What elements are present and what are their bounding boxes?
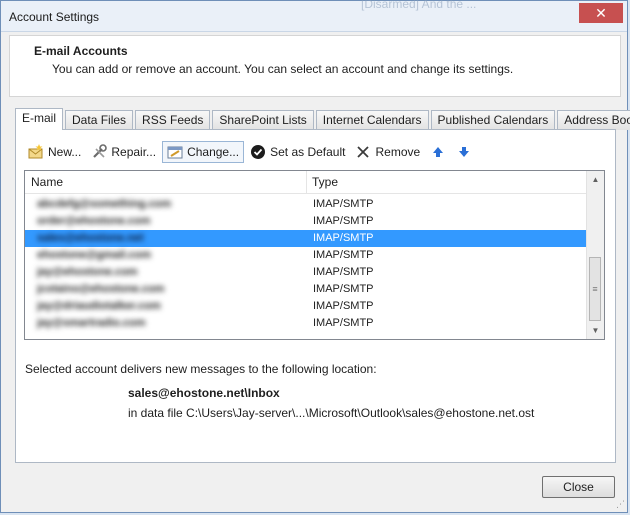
tab-address-books[interactable]: Address Books	[557, 110, 630, 130]
account-name: order@ehostone.com	[37, 215, 151, 227]
delivery-inbox-path: sales@ehostone.net\Inbox	[128, 386, 280, 400]
window-close-button[interactable]: ✕	[579, 3, 623, 23]
email-tab-panel: New... Repair... Change... Set as Defaul…	[15, 129, 616, 463]
column-header-name[interactable]: Name	[25, 171, 307, 193]
account-type: IMAP/SMTP	[313, 283, 374, 295]
new-account-label: New...	[48, 145, 82, 159]
column-header-type[interactable]: Type	[308, 171, 338, 193]
tab-sharepoint-lists[interactable]: SharePoint Lists	[212, 110, 314, 130]
scroll-up-arrow-icon[interactable]: ▲	[587, 171, 604, 188]
account-name: jcotaino@ehostone.com	[37, 283, 165, 295]
account-settings-window: [Disarmed] And the ... Account Settings …	[0, 0, 630, 513]
tab-email[interactable]: E-mail	[15, 108, 64, 130]
set-default-label: Set as Default	[270, 145, 346, 159]
account-type: IMAP/SMTP	[313, 300, 374, 312]
account-name: abcdefg@something.com	[37, 198, 172, 210]
repair-account-label: Repair...	[111, 145, 157, 159]
change-account-label: Change...	[187, 145, 240, 159]
account-name: jay@ehostone.com	[37, 266, 138, 278]
new-account-button[interactable]: New...	[24, 142, 85, 162]
account-row[interactable]: jay@smartradio.com IMAP/SMTP	[25, 315, 588, 332]
new-mail-icon	[28, 144, 43, 159]
account-type: IMAP/SMTP	[313, 198, 374, 210]
account-row[interactable]: jay@driaudiotalker.com IMAP/SMTP	[25, 298, 588, 315]
account-row-selected[interactable]: sales@ehostone.net IMAP/SMTP	[25, 230, 588, 247]
change-account-button[interactable]: Change...	[162, 141, 245, 163]
page-description: You can add or remove an account. You ca…	[52, 62, 514, 76]
window-title: Account Settings	[9, 10, 100, 24]
header-panel: E-mail Accounts You can add or remove an…	[9, 35, 621, 97]
delivery-label: Selected account delivers new messages t…	[25, 362, 377, 376]
tab-strip: E-mail Data Files RSS Feeds SharePoint L…	[15, 108, 630, 130]
remove-account-label: Remove	[375, 145, 421, 159]
account-row[interactable]: ehostone@gmail.com IMAP/SMTP	[25, 247, 588, 264]
account-type: IMAP/SMTP	[313, 266, 374, 278]
resize-grip-icon[interactable]: ⋰	[616, 499, 625, 510]
arrow-down-icon	[459, 147, 470, 157]
move-down-button[interactable]	[452, 142, 476, 162]
account-row[interactable]: jay@ehostone.com IMAP/SMTP	[25, 264, 588, 281]
background-window-text: [Disarmed] And the ...	[361, 0, 477, 11]
account-toolbar: New... Repair... Change... Set as Defaul…	[24, 141, 478, 163]
account-name: sales@ehostone.net	[37, 232, 144, 244]
change-settings-icon	[167, 146, 183, 159]
wrench-icon	[93, 144, 108, 158]
account-row[interactable]: order@ehostone.com IMAP/SMTP	[25, 213, 588, 230]
repair-account-button[interactable]: Repair...	[87, 142, 160, 162]
account-type: IMAP/SMTP	[313, 317, 374, 329]
set-default-button[interactable]: Set as Default	[246, 142, 349, 162]
account-type: IMAP/SMTP	[313, 215, 374, 227]
tab-rss-feeds[interactable]: RSS Feeds	[135, 110, 211, 130]
account-type: IMAP/SMTP	[313, 249, 374, 261]
title-bar[interactable]: [Disarmed] And the ... Account Settings …	[1, 0, 627, 32]
scroll-down-arrow-icon[interactable]: ▼	[587, 322, 604, 339]
account-row[interactable]: jcotaino@ehostone.com IMAP/SMTP	[25, 281, 588, 298]
tab-data-files[interactable]: Data Files	[65, 110, 134, 130]
tab-internet-calendars[interactable]: Internet Calendars	[315, 110, 429, 130]
remove-account-button[interactable]: Remove	[351, 142, 424, 162]
account-name: jay@smartradio.com	[37, 317, 146, 329]
accounts-list[interactable]: Name Type abcdefg@something.com IMAP/SMT…	[24, 170, 605, 340]
account-rows: abcdefg@something.com IMAP/SMTP order@eh…	[25, 196, 588, 332]
account-name: jay@driaudiotalker.com	[37, 300, 161, 312]
account-type: IMAP/SMTP	[313, 232, 374, 244]
checkmark-circle-icon	[251, 145, 266, 159]
move-up-button[interactable]	[426, 142, 450, 162]
arrow-up-icon	[433, 147, 444, 157]
close-button[interactable]: Close	[542, 476, 615, 498]
page-heading: E-mail Accounts	[34, 44, 128, 58]
list-scrollbar[interactable]: ▲ ≡ ▼	[586, 171, 604, 339]
delivery-data-file: in data file C:\Users\Jay-server\...\Mic…	[128, 406, 535, 420]
remove-x-icon	[357, 146, 370, 158]
list-header: Name Type	[25, 171, 588, 194]
account-row[interactable]: abcdefg@something.com IMAP/SMTP	[25, 196, 588, 213]
tab-published-calendars[interactable]: Published Calendars	[430, 110, 556, 130]
scrollbar-thumb[interactable]: ≡	[589, 257, 601, 321]
account-name: ehostone@gmail.com	[37, 249, 152, 261]
